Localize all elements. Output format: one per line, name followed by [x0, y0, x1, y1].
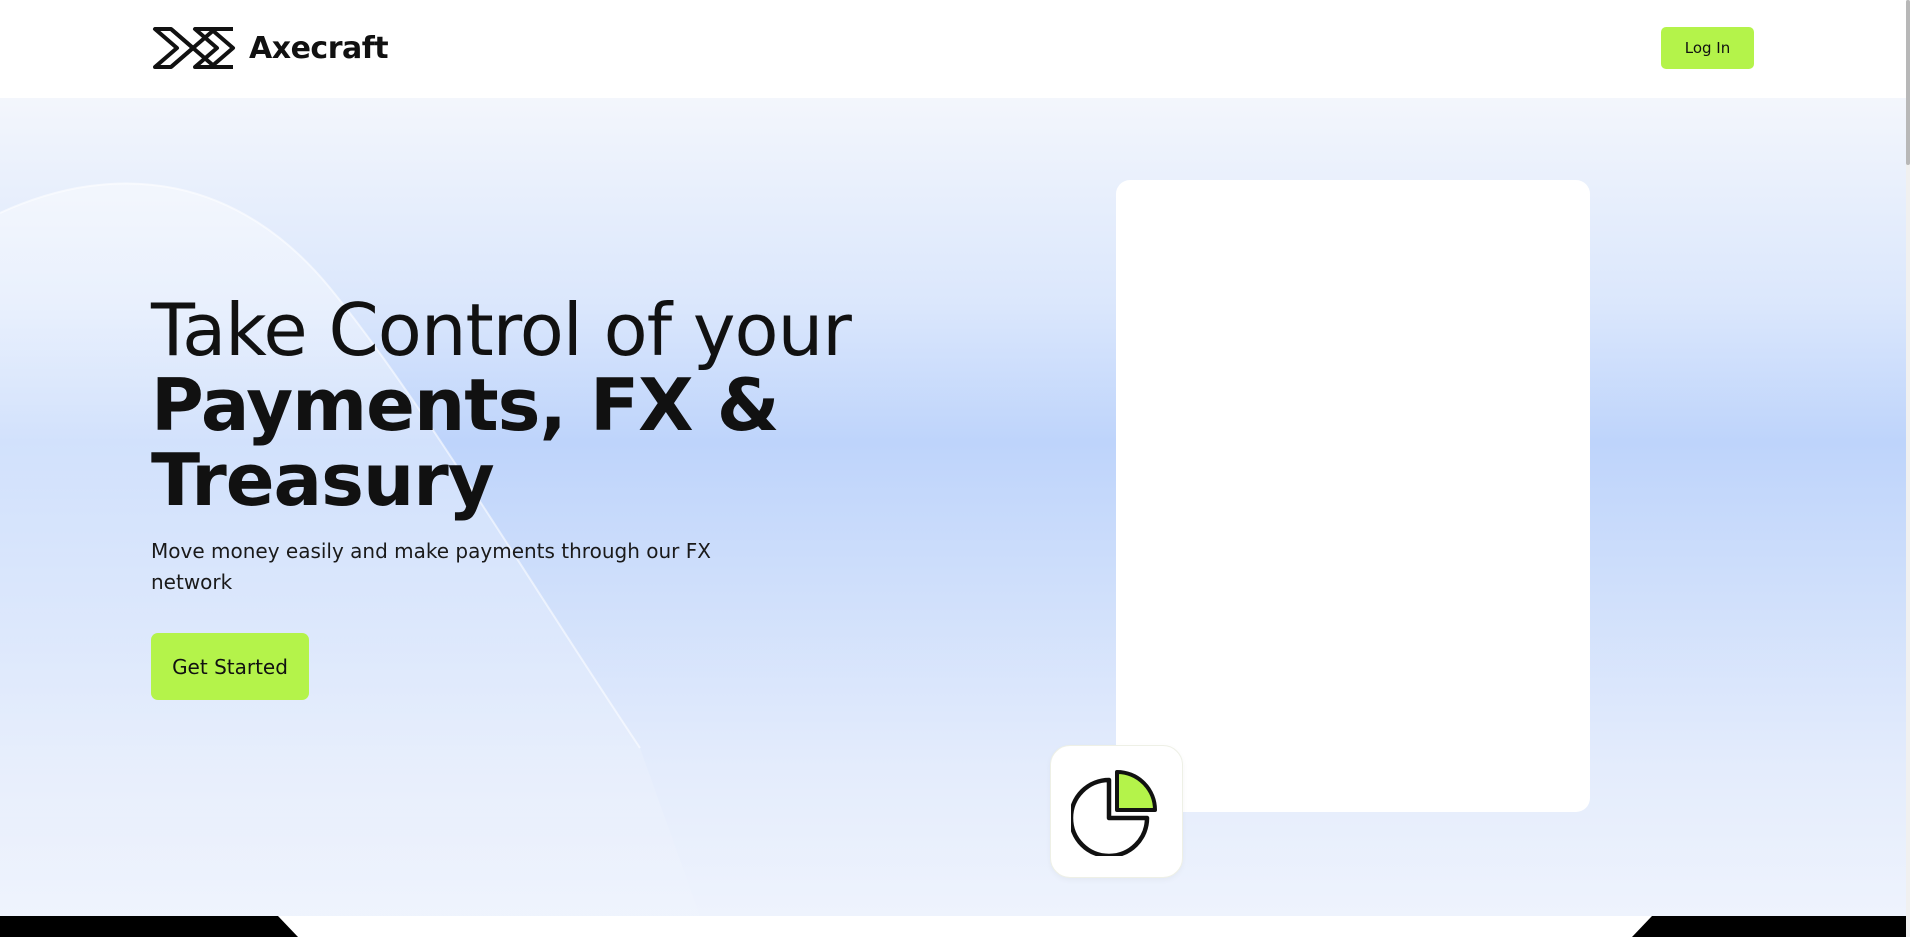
headline-line-1: Take Control of your	[151, 288, 852, 372]
brand-name: Axecraft	[249, 30, 389, 66]
headline-line-2: Payments, FX &	[151, 363, 779, 447]
axecraft-logo-icon	[151, 25, 237, 71]
hero-subtext: Move money easily and make payments thro…	[151, 539, 711, 594]
headline-line-3: Treasury	[151, 438, 495, 522]
footer-decorative-strip	[0, 916, 1906, 937]
feature-icon-tile	[1050, 745, 1183, 878]
hero-headline: Take Control of your Payments, FX & Trea…	[151, 288, 852, 522]
scrollbar-thumb[interactable]	[1906, 0, 1910, 165]
page: Axecraft Log In Take Control of your Pay…	[0, 0, 1910, 937]
login-button[interactable]: Log In	[1661, 27, 1754, 69]
hero-visual-card	[1116, 180, 1590, 812]
brand[interactable]: Axecraft	[151, 25, 389, 71]
hero-section: Take Control of your Payments, FX & Trea…	[0, 98, 1906, 916]
pie-chart-icon	[1068, 764, 1163, 860]
get-started-button[interactable]: Get Started	[151, 633, 309, 700]
top-navigation-bar: Axecraft Log In	[0, 0, 1906, 98]
